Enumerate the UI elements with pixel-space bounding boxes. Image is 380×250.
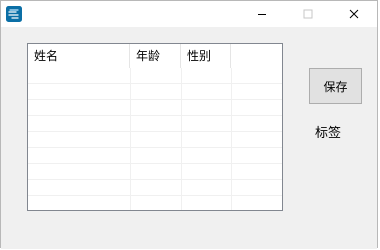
label: 标签	[315, 126, 342, 141]
close-icon	[348, 5, 360, 24]
minimize-icon	[256, 5, 268, 24]
listview-header: 姓名 年龄 性别	[28, 44, 282, 69]
column-header-name[interactable]: 姓名	[28, 44, 130, 68]
window-content: 姓名 年龄 性别 保存 标签	[1, 27, 377, 249]
title-bar[interactable]	[1, 1, 377, 27]
table-row	[28, 180, 282, 196]
table-row	[28, 68, 282, 84]
table-row	[28, 116, 282, 132]
person-listview[interactable]: 姓名 年龄 性别	[27, 43, 283, 211]
app-window: 姓名 年龄 性别 保存 标签	[0, 0, 378, 249]
app-icon	[6, 6, 22, 22]
table-row	[28, 84, 282, 100]
minimize-button[interactable]	[239, 1, 285, 27]
maximize-button[interactable]	[285, 1, 331, 27]
table-row	[28, 148, 282, 164]
close-button[interactable]	[331, 1, 377, 27]
table-row	[28, 164, 282, 180]
column-header-age[interactable]: 年龄	[130, 44, 181, 68]
maximize-icon	[302, 5, 314, 24]
table-row	[28, 100, 282, 116]
table-row	[28, 132, 282, 148]
listview-body[interactable]	[28, 68, 282, 210]
column-header-empty	[231, 44, 282, 68]
save-button[interactable]: 保存	[309, 68, 362, 104]
column-header-gender[interactable]: 性别	[181, 44, 231, 68]
